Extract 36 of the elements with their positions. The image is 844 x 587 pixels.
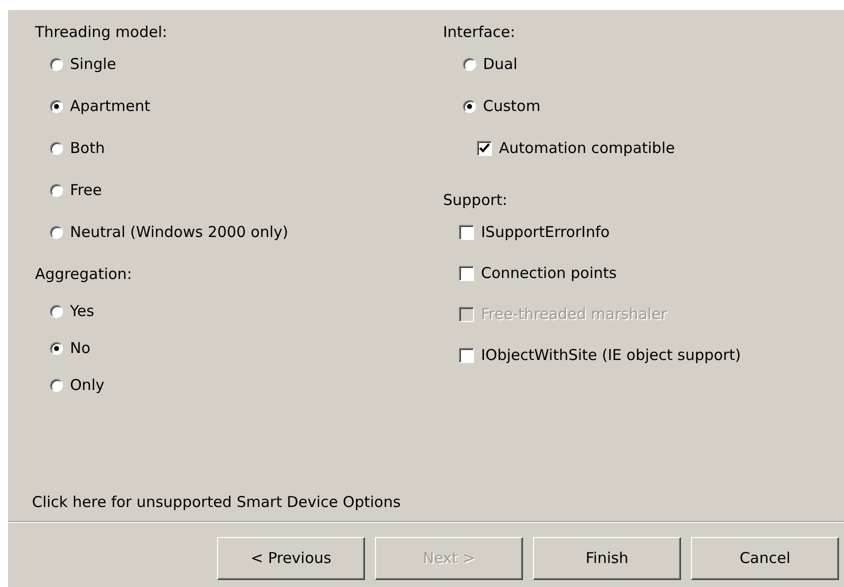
checkbox-label[interactable]: Connection points: [481, 262, 617, 284]
radio-label[interactable]: No: [70, 336, 90, 360]
checkbox-label[interactable]: Automation compatible: [499, 136, 675, 160]
radio-button[interactable]: [50, 142, 63, 154]
radio-button[interactable]: [463, 58, 476, 70]
wizard-button[interactable]: Finish: [533, 537, 681, 580]
radio-label[interactable]: Free: [70, 178, 102, 202]
radio-button[interactable]: [50, 100, 63, 112]
radio-label[interactable]: Both: [70, 136, 105, 160]
radio-button[interactable]: [50, 226, 63, 238]
wizard-button[interactable]: Cancel: [691, 537, 839, 580]
radio-label[interactable]: Single: [70, 52, 116, 76]
radio-label[interactable]: Custom: [483, 94, 540, 118]
radio-button[interactable]: [50, 378, 63, 392]
radio-label[interactable]: Neutral (Windows 2000 only): [70, 220, 288, 244]
checkbox[interactable]: [459, 348, 474, 362]
group-label: Threading model:: [35, 22, 168, 42]
radio-button[interactable]: [50, 184, 63, 196]
radio-button[interactable]: [50, 304, 63, 318]
radio-button[interactable]: [50, 58, 63, 70]
smart-device-options-link[interactable]: Click here for unsupported Smart Device Options: [32, 492, 401, 510]
checkbox-label[interactable]: ISupportErrorInfo: [481, 220, 610, 244]
radio-label[interactable]: Yes: [70, 300, 94, 322]
radio-button[interactable]: [50, 342, 63, 354]
radio-label[interactable]: Only: [70, 374, 104, 396]
radio-button[interactable]: [463, 100, 476, 112]
group-label: Support:: [443, 190, 508, 210]
radio-label[interactable]: Apartment: [70, 94, 150, 118]
group-label: Aggregation:: [35, 264, 133, 284]
group-label: Interface:: [443, 22, 516, 42]
wizard-button[interactable]: < Previous: [217, 537, 365, 580]
checkbox-label[interactable]: IObjectWithSite (IE object support): [481, 344, 741, 366]
checkbox[interactable]: [459, 224, 474, 240]
radio-label[interactable]: Dual: [483, 52, 518, 76]
checkbox[interactable]: [477, 140, 492, 156]
checkbox[interactable]: [459, 266, 474, 280]
